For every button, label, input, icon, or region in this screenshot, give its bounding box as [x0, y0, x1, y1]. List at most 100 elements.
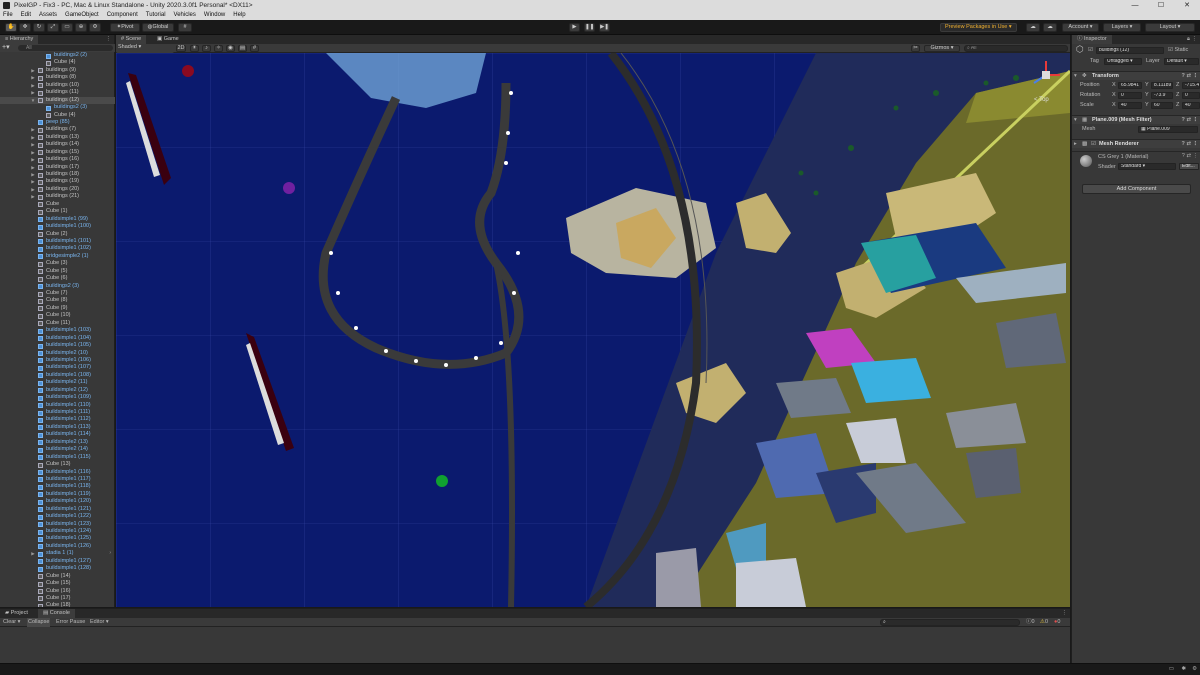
scene-render[interactable]: < Top: [116, 53, 1070, 607]
hierarchy-row[interactable]: ▶ buildings (17): [0, 164, 115, 171]
menu-file[interactable]: File: [3, 11, 13, 20]
hidden-objects-icon[interactable]: ◉: [226, 45, 235, 52]
foldout-closed-icon[interactable]: ▶: [30, 89, 36, 96]
2d-toggle[interactable]: 2D: [176, 45, 186, 52]
hierarchy-row[interactable]: buildsimple1 (104): [0, 335, 115, 342]
clear-button[interactable]: Clear ▾: [3, 618, 20, 627]
camera-icon[interactable]: ▤: [238, 45, 247, 52]
hierarchy-search-input[interactable]: All: [18, 45, 113, 51]
settings-icon[interactable]: ⚙: [1192, 666, 1197, 672]
scale-x-field[interactable]: 40: [1118, 102, 1142, 109]
hierarchy-row[interactable]: buildsimple1 (119): [0, 491, 115, 498]
hierarchy-row[interactable]: ▶ buildings (13): [0, 134, 115, 141]
tab-game[interactable]: ▣ Game: [152, 35, 184, 44]
hierarchy-row[interactable]: ▶ buildings (20): [0, 186, 115, 193]
hierarchy-row[interactable]: Cube (15): [0, 580, 115, 587]
hierarchy-row[interactable]: bridgesimple2 (1): [0, 253, 115, 260]
hierarchy-row[interactable]: buildsimple1 (128): [0, 565, 115, 572]
mesh-filter-header[interactable]: ▾ ▦ Plane.009 (Mesh Filter) ? ⇄ ⋮: [1072, 115, 1200, 124]
menu-vehicles[interactable]: Vehicles: [174, 11, 196, 20]
hierarchy-row[interactable]: ▶ buildings (19): [0, 178, 115, 185]
position-y-field[interactable]: 8.11189: [1151, 82, 1173, 89]
scene-viewport[interactable]: < Top: [116, 53, 1070, 607]
global-toggle[interactable]: ◍Global: [142, 23, 174, 32]
hierarchy-row[interactable]: buildings2 (3): [0, 283, 115, 290]
foldout-closed-icon[interactable]: ▶: [30, 186, 36, 193]
hierarchy-row[interactable]: buildsimple1 (116): [0, 469, 115, 476]
tools-icon[interactable]: ✂: [911, 45, 920, 52]
menu-help[interactable]: Help: [233, 11, 245, 20]
hierarchy-row[interactable]: buildsimple1 (100): [0, 223, 115, 230]
error-pause-toggle[interactable]: Error Pause: [56, 618, 85, 627]
hierarchy-row[interactable]: buildsimple1 (114): [0, 431, 115, 438]
hierarchy-row[interactable]: buildsimple1 (103): [0, 327, 115, 334]
hierarchy-row[interactable]: Cube: [0, 201, 115, 208]
foldout-closed-icon[interactable]: ▶: [30, 67, 36, 74]
scene-search-input[interactable]: ⌕ All: [964, 45, 1068, 52]
scale-y-field[interactable]: 60: [1151, 102, 1173, 109]
error-count[interactable]: ●0: [1054, 618, 1060, 627]
add-component-button[interactable]: Add Component: [1082, 184, 1191, 194]
position-x-field[interactable]: 65.9841: [1118, 82, 1142, 89]
scale-z-field[interactable]: 40: [1182, 102, 1200, 109]
hierarchy-row[interactable]: Cube (1): [0, 208, 115, 215]
hierarchy-row[interactable]: buildsimple2 (13): [0, 439, 115, 446]
hierarchy-row[interactable]: buildsimple1 (106): [0, 357, 115, 364]
hierarchy-row[interactable]: buildsimple1 (113): [0, 424, 115, 431]
hierarchy-row[interactable]: Cube (4): [0, 59, 115, 66]
close-button[interactable]: ✕: [1174, 0, 1200, 11]
audio-icon[interactable]: ♪: [202, 45, 211, 52]
add-object-icon[interactable]: +▾: [2, 43, 10, 51]
pause-button-icon[interactable]: ❚❚: [584, 23, 595, 32]
rect-tool-icon[interactable]: ▭: [61, 23, 73, 32]
hierarchy-row[interactable]: buildsimple2 (10): [0, 350, 115, 357]
menu-tutorial[interactable]: Tutorial: [146, 11, 166, 20]
hierarchy-row[interactable]: ▶ buildings (14): [0, 141, 115, 148]
mesh-renderer-enabled-checkbox[interactable]: ☑: [1091, 140, 1096, 149]
hierarchy-row[interactable]: buildsimple1 (101): [0, 238, 115, 245]
shader-dropdown[interactable]: Standard ▾: [1118, 163, 1176, 170]
mesh-renderer-header[interactable]: ▸ ▩ ☑ Mesh Renderer ? ⇄ ⋮: [1072, 139, 1200, 148]
hierarchy-row[interactable]: buildsimple2 (12): [0, 387, 115, 394]
tag-dropdown[interactable]: Untagged ▾: [1104, 58, 1142, 65]
progress-icon[interactable]: ▭: [1169, 666, 1174, 672]
foldout-closed-icon[interactable]: ▶: [30, 149, 36, 156]
log-count[interactable]: ⓘ0: [1026, 618, 1035, 627]
hierarchy-row[interactable]: buildsimple1 (127): [0, 558, 115, 565]
hierarchy-row[interactable]: buildsimple1 (121): [0, 506, 115, 513]
hierarchy-row[interactable]: buildsimple1 (125): [0, 535, 115, 542]
foldout-closed-icon[interactable]: ▶: [30, 134, 36, 141]
hierarchy-row[interactable]: ▼ buildings (12): [0, 96, 115, 105]
console-search-input[interactable]: ⌕: [880, 619, 1020, 626]
hierarchy-row[interactable]: Cube (10): [0, 312, 115, 319]
hierarchy-row[interactable]: Cube (11): [0, 320, 115, 327]
mesh-field[interactable]: ▦ Plane.009: [1138, 126, 1198, 133]
static-checkbox[interactable]: ☑ Static: [1168, 46, 1188, 55]
custom-tool-icon[interactable]: ⚙: [89, 23, 101, 32]
hierarchy-row[interactable]: buildsimple1 (108): [0, 372, 115, 379]
component-options-icon[interactable]: ? ⇄ ⋮: [1181, 72, 1198, 81]
hierarchy-row[interactable]: buildsimple1 (126): [0, 543, 115, 550]
maximize-button[interactable]: ☐: [1148, 0, 1174, 11]
hierarchy-row[interactable]: Cube (2): [0, 231, 115, 238]
material-sphere-icon[interactable]: [1080, 155, 1092, 167]
hierarchy-row[interactable]: Cube (16): [0, 588, 115, 595]
hierarchy-row[interactable]: buildsimple2 (11): [0, 379, 115, 386]
grid-toggle-icon[interactable]: #: [250, 45, 259, 52]
shader-edit-button[interactable]: Edit...: [1179, 163, 1199, 170]
hierarchy-row[interactable]: Cube (9): [0, 305, 115, 312]
hierarchy-row[interactable]: ▶ buildings (18): [0, 171, 115, 178]
hierarchy-row[interactable]: buildsimple1 (124): [0, 528, 115, 535]
lighting-icon[interactable]: ☀: [190, 45, 199, 52]
kebab-menu-icon[interactable]: ⋮: [106, 35, 112, 44]
foldout-arrow-icon[interactable]: ▸: [1074, 140, 1077, 149]
rotation-y-field[interactable]: -73.9: [1151, 92, 1173, 99]
hierarchy-row[interactable]: buildsimple1 (109): [0, 394, 115, 401]
foldout-open-icon[interactable]: ▼: [30, 97, 36, 104]
menu-assets[interactable]: Assets: [39, 11, 57, 20]
editor-dropdown[interactable]: Editor ▾: [90, 618, 109, 627]
hierarchy-row[interactable]: Cube (5): [0, 268, 115, 275]
hierarchy-row[interactable]: ▶ buildings (15): [0, 149, 115, 156]
hierarchy-row[interactable]: ▶ buildings (21): [0, 193, 115, 200]
hierarchy-row[interactable]: buildsimple1 (102): [0, 245, 115, 252]
